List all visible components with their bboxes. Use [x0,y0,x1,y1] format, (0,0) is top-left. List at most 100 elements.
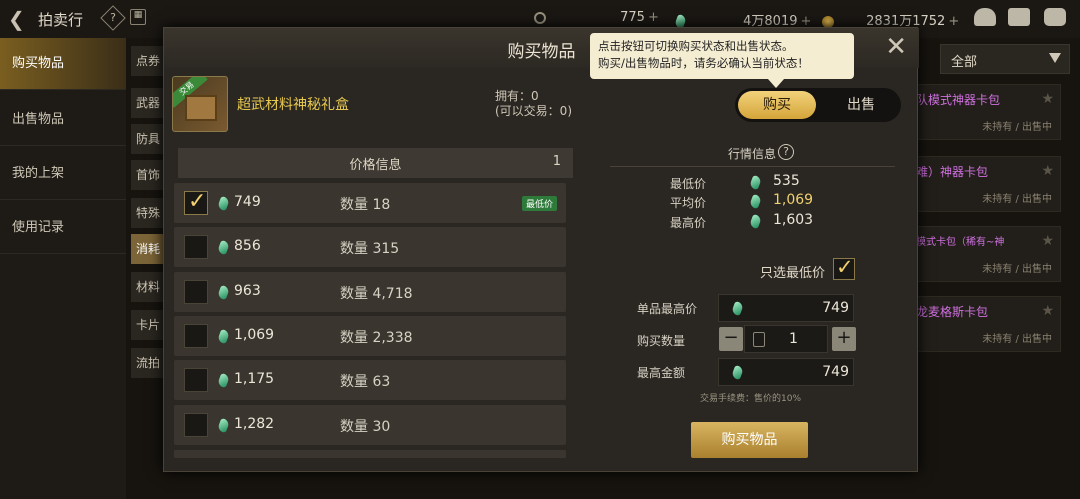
market-info-title: 行情信息 [728,147,777,161]
category-item[interactable]: 防具 [131,124,165,154]
chest-icon [185,95,217,121]
category-item-active[interactable]: 消耗 [131,234,165,264]
lowest-price-badge: 最低价 [522,196,558,211]
row-price: 856 [234,238,261,254]
total-label: 最高金额 [637,366,686,380]
list-item[interactable]: 模式卡包（稀有~神 ★ 未持有 / 出售中 [915,226,1061,282]
gold-coin-icon [822,15,834,28]
table-row[interactable]: 1,175 数量 63 [174,360,566,400]
market-max-row: 最高价 1,603 [670,212,813,231]
market-min-row: 最低价 535 [670,173,800,192]
sidebar-item-buy[interactable]: 购买物品 [0,38,126,90]
table-row[interactable]: 1,069 数量 2,338 [174,316,566,356]
sidebar-item-my-listings[interactable]: 我的上架 [0,148,126,200]
buy-sell-toggle[interactable]: 购买 出售 [735,88,901,122]
row-checkbox[interactable] [184,368,208,392]
gem-icon [217,417,230,434]
unit-max-label: 单品最高价 [637,302,698,316]
buy-item-button[interactable]: 购买物品 [691,422,808,458]
list-item[interactable]: 龙麦格斯卡包 ★ 未持有 / 出售中 [915,296,1061,352]
gem-icon [217,284,230,301]
market-min-value: 535 [773,173,800,189]
row-price: 1,175 [234,371,275,387]
row-qty: 数量 30 [340,419,391,435]
list-item[interactable]: 难）神器卡包 ★ 未持有 / 出售中 [915,156,1061,212]
market-avg-row: 平均价 1,069 [670,192,813,211]
table-row[interactable]: 856 数量 315 [174,227,566,267]
toggle-sell[interactable]: 出售 [825,91,897,119]
unit-max-value: 749 [822,300,849,316]
calculator-icon[interactable] [753,332,765,347]
filter-dropdown[interactable]: 全部 [940,44,1070,74]
owned-info: 拥有：0 (可以交易：0) [495,89,572,119]
star-icon[interactable]: ★ [1041,303,1054,319]
market-max-label: 最高价 [670,216,707,230]
price-info-title: 价格信息 [349,158,402,173]
mail-icon[interactable] [1008,8,1030,26]
row-checkbox[interactable] [184,280,208,304]
row-checkbox[interactable] [184,324,208,348]
list-item-name: 龙麦格斯卡包 [916,305,989,319]
row-checkbox[interactable] [184,235,208,259]
table-row[interactable]: 1,282 数量 30 [174,405,566,445]
row-qty: 数量 18 [340,197,391,213]
category-item[interactable]: 武器 [131,88,165,118]
table-row[interactable]: 963 数量 4,718 [174,272,566,312]
pot-icon[interactable] [974,8,996,26]
category-item[interactable]: 点券 [131,46,165,76]
unit-max-price-field[interactable]: 749 [718,294,854,322]
price-info-header: 价格信息 1 [178,148,573,178]
category-item[interactable]: 首饰 [131,160,165,190]
category-item[interactable]: 流拍 [131,348,165,378]
tooltip-line-2: 购买/出售物品时，请务必确认当前状态！ [598,56,809,70]
sidebar-item-sell[interactable]: 出售物品 [0,94,126,146]
page-title: 拍卖行 [38,11,84,29]
sidebar-item-history[interactable]: 使用记录 [0,202,126,254]
row-checkbox[interactable] [184,413,208,437]
only-lowest-checkbox[interactable] [833,255,855,280]
row-price: 1,069 [234,327,275,343]
c-currency-amount: 775 [620,10,645,25]
total-amount-field: 749 [718,358,854,386]
c-currency-plus-icon[interactable]: + [648,10,659,25]
star-icon[interactable]: ★ [1041,91,1054,107]
star-icon[interactable]: ★ [1041,233,1054,249]
item-name: 超武材料神秘礼盒 [237,97,349,113]
gem-icon [217,239,230,256]
category-item[interactable]: 卡片 [131,310,165,340]
category-item[interactable]: 材料 [131,272,165,302]
category-item[interactable]: 特殊 [131,198,165,228]
only-lowest-label: 只选最低价 [760,266,826,281]
close-icon[interactable]: ✕ [885,32,907,62]
c-currency-icon [534,11,546,24]
chat-icon[interactable] [1044,8,1066,26]
price-page-number: 1 [552,154,561,169]
tradable-count: (可以交易：0) [495,104,572,118]
gem-icon [731,300,744,317]
list-item-status: 未持有 / 出售中 [982,334,1052,345]
back-arrow-icon[interactable]: ❮ [8,7,25,31]
gem-icon [217,195,230,212]
star-icon[interactable]: ★ [1041,163,1054,179]
plus-button[interactable]: + [832,327,856,351]
market-max-value: 1,603 [773,212,814,228]
list-item-status: 未持有 / 出售中 [982,194,1052,205]
list-item-name: 队模式神器卡包 [916,93,1001,107]
help-icon[interactable]: ? [778,144,794,160]
minus-button[interactable]: − [719,327,743,351]
toggle-buy[interactable]: 购买 [738,91,816,119]
list-item-name: 模式卡包（稀有~神 [916,237,1005,248]
owned-count: 拥有：0 [495,89,539,103]
gold-plus-icon[interactable]: + [948,14,959,29]
help-icon[interactable]: ? [100,5,126,31]
calendar-icon[interactable]: ▦ [130,9,146,25]
gem-icon [217,328,230,345]
market-min-label: 最低价 [670,177,707,191]
table-row[interactable]: 749 数量 18 最低价 [174,183,566,223]
list-item[interactable]: 队模式神器卡包 ★ 未持有 / 出售中 [915,84,1061,140]
row-checkbox[interactable] [184,189,208,215]
buy-qty-label: 购买数量 [637,334,686,348]
quantity-input[interactable]: 1 [744,325,828,353]
sidebar: 购买物品 出售物品 我的上架 使用记录 [0,38,126,499]
table-row-partial [174,450,566,458]
